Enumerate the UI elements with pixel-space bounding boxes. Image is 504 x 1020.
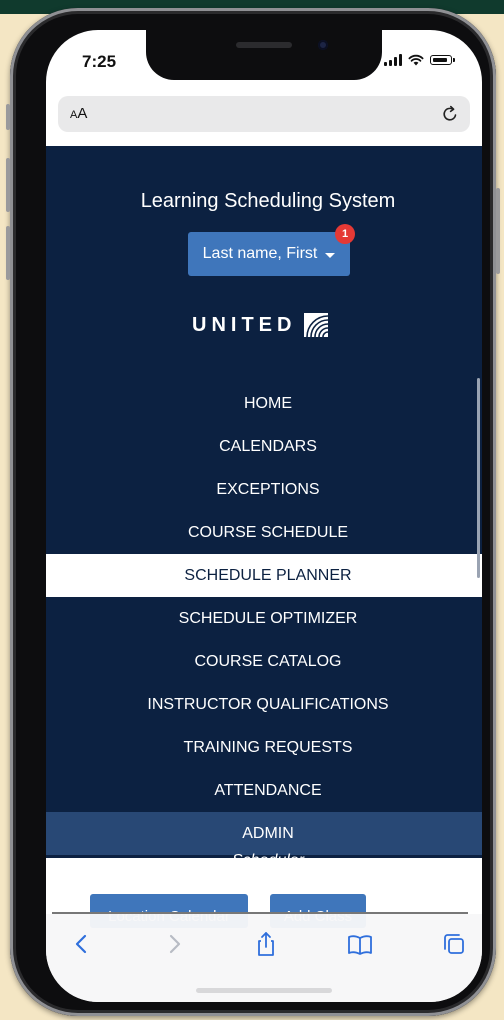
camera-icon xyxy=(318,40,328,50)
menu-item-training-requests[interactable]: TRAINING REQUESTS xyxy=(46,726,482,769)
notch xyxy=(146,30,382,80)
status-time: 7:25 xyxy=(82,52,117,71)
reload-icon[interactable] xyxy=(440,104,460,124)
power-button xyxy=(496,188,500,274)
menu-item-admin[interactable]: ADMIN xyxy=(46,812,482,855)
phone-frame: 7:25 AA Learning Scheduling System Last … xyxy=(6,8,500,1016)
speaker-grille xyxy=(236,42,292,48)
menu-item-home[interactable]: HOME xyxy=(46,382,482,425)
role-label: Scheduler xyxy=(231,852,305,869)
menu-item-course-catalog[interactable]: COURSE CATALOG xyxy=(46,640,482,683)
chevron-down-icon xyxy=(325,252,336,258)
mute-switch xyxy=(6,104,10,130)
battery-icon xyxy=(430,55,455,65)
scrollbar-thumb[interactable] xyxy=(477,378,480,578)
united-logo: UNITED xyxy=(192,312,329,338)
menu-item-course-schedule[interactable]: COURSE SCHEDULE xyxy=(46,511,482,554)
phone-screen: 7:25 AA Learning Scheduling System Last … xyxy=(46,30,482,1002)
menu-item-attendance[interactable]: ATTENDANCE xyxy=(46,769,482,812)
logo-text: UNITED xyxy=(192,313,297,336)
home-indicator xyxy=(196,988,332,993)
user-menu-button[interactable]: Last name, First xyxy=(188,232,350,276)
user-name-label: Last name, First xyxy=(202,245,318,262)
menu-item-calendars[interactable]: CALENDARS xyxy=(46,425,482,468)
text-size-button[interactable]: AA xyxy=(70,105,87,122)
back-icon[interactable] xyxy=(68,930,96,958)
menu-item-schedule-optimizer[interactable]: SCHEDULE OPTIMIZER xyxy=(46,597,482,640)
globe-logo-icon xyxy=(304,313,329,337)
volume-down-button xyxy=(6,226,10,280)
tabs-icon[interactable] xyxy=(440,930,468,958)
forward-icon[interactable] xyxy=(160,930,188,958)
cellular-signal-icon xyxy=(384,54,402,66)
menu-item-instructor-qualifications[interactable]: INSTRUCTOR QUALIFICATIONS xyxy=(46,683,482,726)
bookmarks-icon[interactable] xyxy=(346,930,374,958)
browser-toolbar xyxy=(46,914,482,1002)
status-icons xyxy=(384,54,455,66)
notification-badge[interactable]: 1 xyxy=(335,224,355,244)
volume-up-button xyxy=(6,158,10,212)
menu-item-exceptions[interactable]: EXCEPTIONS xyxy=(46,468,482,511)
menu-item-schedule-planner[interactable]: SCHEDULE PLANNER xyxy=(46,554,482,597)
address-bar[interactable]: AA xyxy=(58,96,470,132)
share-icon[interactable] xyxy=(252,930,280,958)
wifi-icon xyxy=(408,54,424,66)
side-navigation: Learning Scheduling System Last name, Fi… xyxy=(46,146,482,869)
app-title: Learning Scheduling System xyxy=(140,190,396,212)
